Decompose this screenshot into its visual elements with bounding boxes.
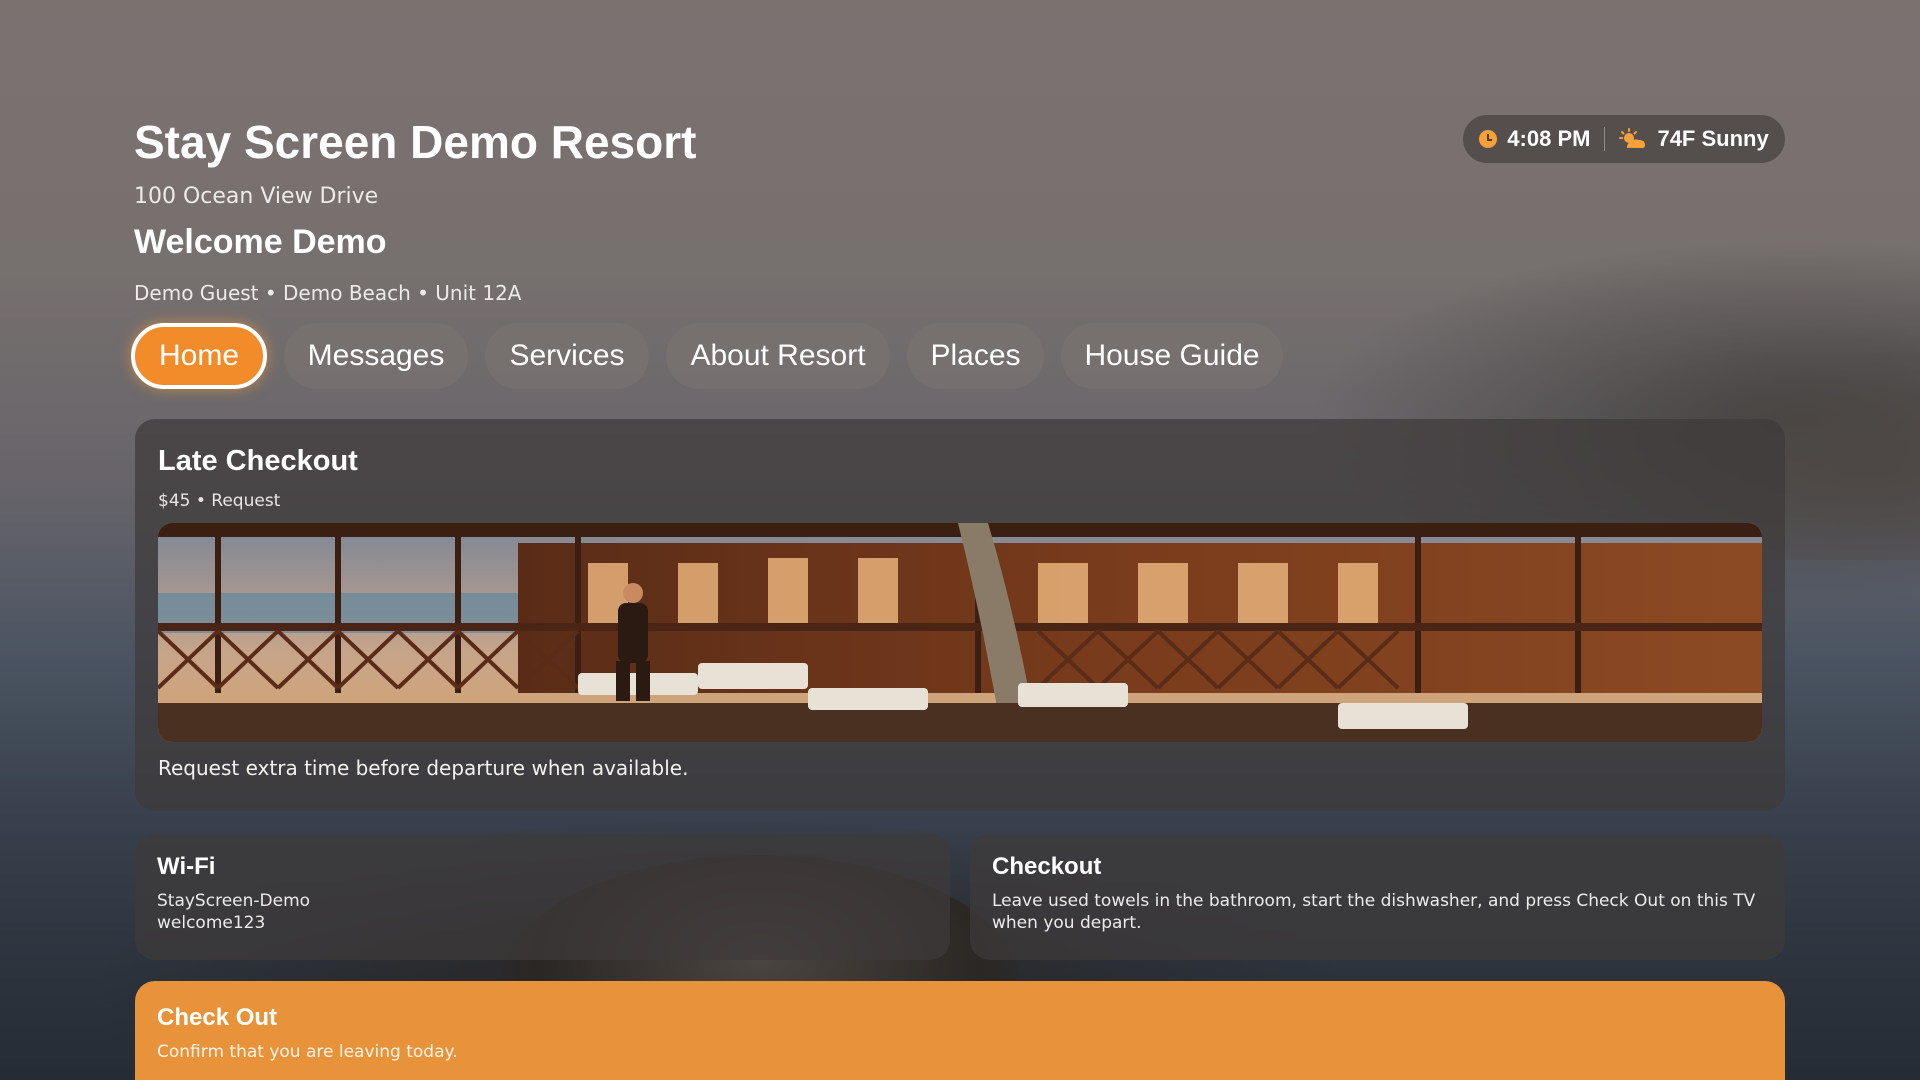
resort-photo (158, 523, 1762, 742)
tab-house-guide[interactable]: House Guide (1061, 323, 1283, 389)
checkout-info-title: Checkout (992, 853, 1102, 880)
partly-sunny-icon (1619, 128, 1646, 148)
checkout-info-card[interactable]: Checkout Leave used towels in the bathro… (970, 834, 1785, 960)
tab-home[interactable]: Home (131, 323, 267, 389)
nav-tabs: Home Messages Services About Resort Plac… (131, 323, 1283, 389)
wifi-password: welcome123 (157, 913, 266, 933)
resort-address: 100 Ocean View Drive (134, 184, 379, 209)
check-out-subtitle: Confirm that you are leaving today. (157, 1042, 458, 1062)
tab-services[interactable]: Services (485, 323, 649, 389)
weather-segment: 74F Sunny (1619, 126, 1769, 152)
tab-places[interactable]: Places (907, 323, 1044, 389)
status-pill: 4:08 PM 74F Sunny (1463, 115, 1785, 163)
checkout-info-details: Leave used towels in the bathroom, start… (992, 890, 1763, 934)
resort-name: Stay Screen Demo Resort (134, 116, 697, 168)
card-title: Late Checkout (158, 445, 358, 477)
late-checkout-card[interactable]: Late Checkout $45 • Request Request extr… (135, 419, 1785, 811)
checkout-instructions: Leave used towels in the bathroom, start… (992, 891, 1756, 933)
wifi-details: StayScreen-Demo welcome123 (157, 890, 928, 934)
check-out-title: Check Out (157, 1004, 278, 1031)
wifi-network: StayScreen-Demo (157, 891, 311, 911)
clock-icon (1479, 130, 1498, 148)
welcome-title: Welcome Demo (134, 223, 387, 261)
clock-segment: 4:08 PM (1479, 126, 1590, 152)
tab-messages[interactable]: Messages (284, 323, 468, 389)
wifi-title: Wi-Fi (157, 853, 216, 880)
card-price: $45 • Request (158, 491, 281, 511)
header: Stay Screen Demo Resort 100 Ocean View D… (134, 112, 696, 308)
screen: Stay Screen Demo Resort 100 Ocean View D… (0, 0, 1920, 1080)
card-description: Request extra time before departure when… (158, 756, 689, 780)
status-divider (1604, 127, 1606, 151)
resort-deck-image (158, 523, 1762, 742)
guest-details: Demo Guest • Demo Beach • Unit 12A (134, 281, 522, 305)
wifi-card[interactable]: Wi-Fi StayScreen-Demo welcome123 (135, 834, 950, 960)
check-out-button[interactable]: Check Out Confirm that you are leaving t… (135, 981, 1785, 1080)
tab-about-resort[interactable]: About Resort (666, 323, 890, 389)
current-time: 4:08 PM (1507, 126, 1591, 151)
current-weather: 74F Sunny (1657, 126, 1769, 151)
